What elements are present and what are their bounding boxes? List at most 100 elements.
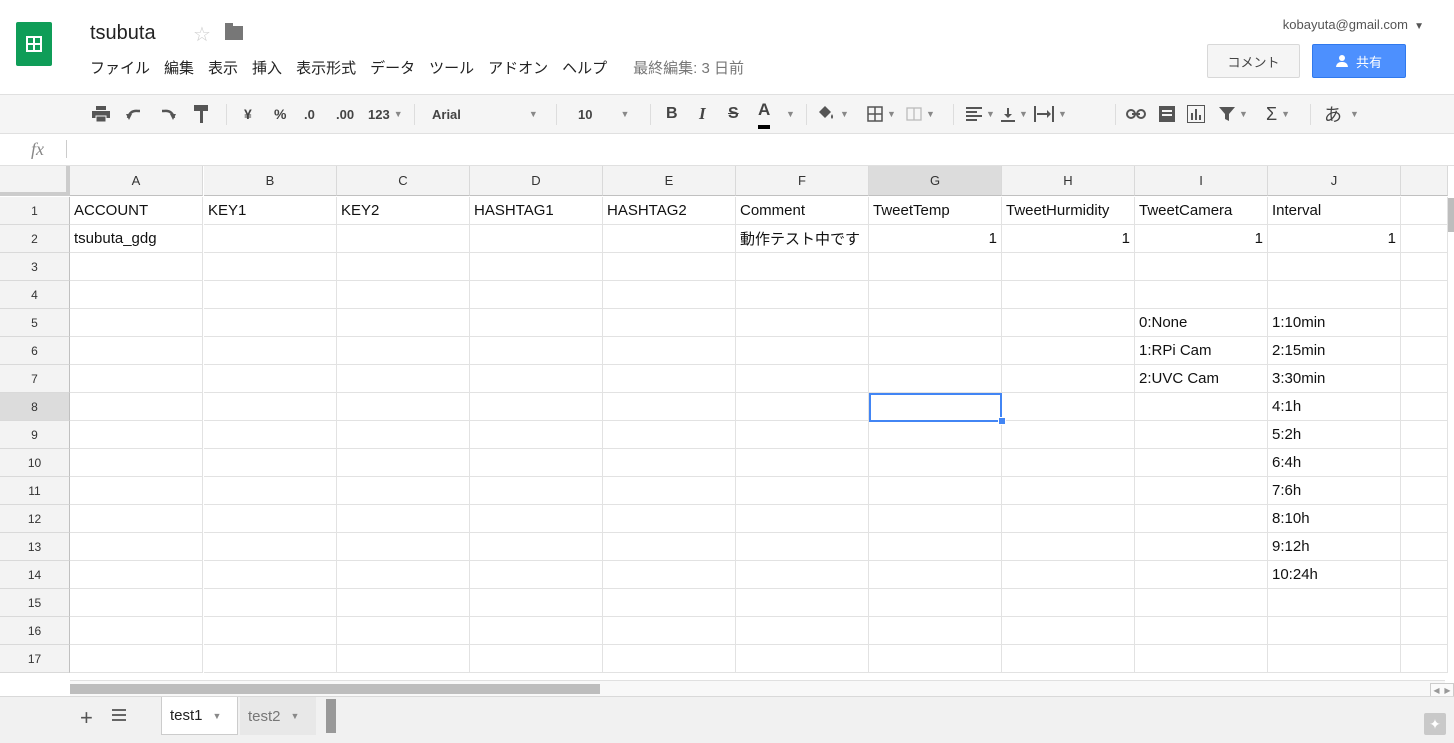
cell-f7[interactable] [736, 365, 869, 393]
cell-c15[interactable] [337, 589, 470, 617]
column-header-g[interactable]: G [869, 166, 1002, 196]
cell-h6[interactable] [1002, 337, 1135, 365]
cell-i9[interactable] [1135, 421, 1268, 449]
cell-i17[interactable] [1135, 645, 1268, 673]
horizontal-scrollbar-thumb[interactable] [70, 684, 600, 694]
cell-c12[interactable] [337, 505, 470, 533]
cell-f15[interactable] [736, 589, 869, 617]
column-header-a[interactable]: A [70, 166, 203, 196]
account-email[interactable]: kobayuta@gmail.com [1283, 17, 1408, 32]
chevron-down-icon[interactable]: ▼ [1414, 21, 1424, 32]
merge-cells-icon[interactable]: ▼ [906, 95, 935, 133]
cell-d6[interactable] [470, 337, 603, 365]
cell-j16[interactable] [1268, 617, 1401, 645]
cell-h4[interactable] [1002, 281, 1135, 309]
cell-j2[interactable]: 1 [1268, 225, 1401, 253]
cell-b17[interactable] [204, 645, 337, 673]
cell-c9[interactable] [337, 421, 470, 449]
cell-k12[interactable] [1401, 505, 1448, 533]
star-icon[interactable]: ☆ [193, 22, 211, 47]
cell-d9[interactable] [470, 421, 603, 449]
document-title[interactable]: tsubuta [90, 22, 156, 45]
row-header-12[interactable]: 12 [0, 505, 70, 533]
text-wrapping-icon[interactable]: ▼ [1034, 95, 1067, 133]
cell-a5[interactable] [70, 309, 203, 337]
cell-a14[interactable] [70, 561, 203, 589]
cell-b5[interactable] [204, 309, 337, 337]
cell-c13[interactable] [337, 533, 470, 561]
cell-j3[interactable] [1268, 253, 1401, 281]
cell-i10[interactable] [1135, 449, 1268, 477]
input-tools-button[interactable]: あ ▼ [1324, 95, 1359, 133]
cell-g15[interactable] [869, 589, 1002, 617]
vertical-scrollbar-thumb[interactable] [1448, 198, 1454, 232]
cell-j5[interactable]: 1:10min [1268, 309, 1401, 337]
row-header-8[interactable]: 8 [0, 393, 70, 421]
list-icon[interactable] [112, 709, 126, 721]
row-header-15[interactable]: 15 [0, 589, 70, 617]
cell-h9[interactable] [1002, 421, 1135, 449]
text-color-button[interactable]: A [758, 95, 771, 129]
scroll-arrows[interactable]: ◀ ▶ [1430, 683, 1454, 697]
cell-c5[interactable] [337, 309, 470, 337]
cell-c3[interactable] [337, 253, 470, 281]
cell-f9[interactable] [736, 421, 869, 449]
cell-c17[interactable] [337, 645, 470, 673]
chevron-down-icon[interactable]: ▼ [291, 711, 300, 721]
scroll-left-icon[interactable]: ◀ [1433, 686, 1439, 695]
cell-b6[interactable] [204, 337, 337, 365]
cell-h5[interactable] [1002, 309, 1135, 337]
cell-k2[interactable] [1401, 225, 1448, 253]
cell-h3[interactable] [1002, 253, 1135, 281]
cell-a11[interactable] [70, 477, 203, 505]
cell-k7[interactable] [1401, 365, 1448, 393]
cell-d7[interactable] [470, 365, 603, 393]
cell-e17[interactable] [603, 645, 736, 673]
cell-j13[interactable]: 9:12h [1268, 533, 1401, 561]
cell-j10[interactable]: 6:4h [1268, 449, 1401, 477]
cell-f12[interactable] [736, 505, 869, 533]
cell-a13[interactable] [70, 533, 203, 561]
cell-g11[interactable] [869, 477, 1002, 505]
cell-g2[interactable]: 1 [869, 225, 1002, 253]
column-header-h[interactable]: H [1002, 166, 1135, 196]
row-header-6[interactable]: 6 [0, 337, 70, 365]
cell-d5[interactable] [470, 309, 603, 337]
cell-g10[interactable] [869, 449, 1002, 477]
row-header-2[interactable]: 2 [0, 225, 70, 253]
cell-g17[interactable] [869, 645, 1002, 673]
cell-a7[interactable] [70, 365, 203, 393]
cell-e13[interactable] [603, 533, 736, 561]
cell-a17[interactable] [70, 645, 203, 673]
cell-c8[interactable] [337, 393, 470, 421]
sheet-tab-test2[interactable]: test2 ▼ [240, 697, 316, 735]
cell-h8[interactable] [1002, 393, 1135, 421]
cell-j14[interactable]: 10:24h [1268, 561, 1401, 589]
cell-e12[interactable] [603, 505, 736, 533]
menu-file[interactable]: ファイル [90, 57, 150, 77]
horizontal-scrollbar[interactable] [70, 680, 1445, 696]
cell-c16[interactable] [337, 617, 470, 645]
cell-f3[interactable] [736, 253, 869, 281]
cell-g9[interactable] [869, 421, 1002, 449]
row-header-17[interactable]: 17 [0, 645, 70, 673]
chevron-down-icon[interactable]: ▼ [786, 95, 795, 133]
increase-decimal-button[interactable]: .00 [336, 95, 354, 133]
link-icon[interactable] [1126, 95, 1146, 133]
row-header-5[interactable]: 5 [0, 309, 70, 337]
share-button[interactable]: 共有 [1312, 44, 1406, 78]
row-header-10[interactable]: 10 [0, 449, 70, 477]
menu-insert[interactable]: 挿入 [252, 57, 282, 77]
cell-a8[interactable] [70, 393, 203, 421]
menu-tools[interactable]: ツール [429, 57, 474, 77]
cell-f11[interactable] [736, 477, 869, 505]
cell-j12[interactable]: 8:10h [1268, 505, 1401, 533]
decrease-decimal-button[interactable]: .0 [304, 95, 315, 133]
sheet-tab-test1[interactable]: test1 ▼ [161, 697, 238, 735]
cell-f10[interactable] [736, 449, 869, 477]
strikethrough-button[interactable]: S [728, 95, 739, 133]
percent-format-button[interactable]: % [274, 95, 286, 133]
cell-d3[interactable] [470, 253, 603, 281]
cell-h2[interactable]: 1 [1002, 225, 1135, 253]
column-header-b[interactable]: B [204, 166, 337, 196]
